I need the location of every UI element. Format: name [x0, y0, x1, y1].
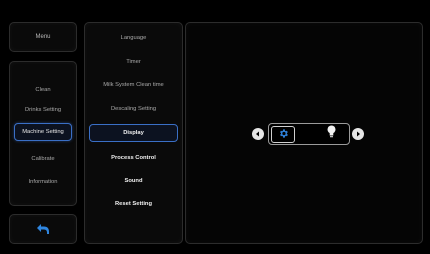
submenu-item-display[interactable]: Display [89, 124, 178, 142]
main-menu-item-drinks-setting[interactable]: Drinks Setting [14, 102, 72, 118]
menu-button-label: Menu [35, 34, 51, 40]
settings-submenu-panel: Language Timer Milk System Clean time De… [84, 22, 183, 244]
main-menu-item-machine-setting[interactable]: Machine Setting [14, 123, 72, 141]
display-option-selector [252, 123, 364, 145]
submenu-item-reset-setting[interactable]: Reset Setting [89, 196, 178, 212]
lightbulb-icon [327, 125, 336, 143]
main-menu-item-clean[interactable]: Clean [14, 82, 72, 98]
gear-option[interactable] [271, 126, 295, 143]
main-menu-panel: Clean Drinks Setting Machine Setting Cal… [9, 61, 77, 206]
submenu-item-descaling-setting[interactable]: Descaling Setting [89, 101, 178, 117]
submenu-item-sound[interactable]: Sound [89, 173, 178, 189]
submenu-item-milk-clean-time[interactable]: Milk System Clean time [89, 77, 178, 93]
main-menu-item-information[interactable]: Information [14, 174, 72, 190]
lightbulb-option[interactable] [325, 125, 337, 143]
main-menu-item-calibrate[interactable]: Calibrate [14, 151, 72, 167]
display-option-box [268, 123, 350, 145]
submenu-item-timer[interactable]: Timer [89, 54, 178, 70]
submenu-item-language[interactable]: Language [89, 30, 178, 46]
back-arrow-icon [10, 215, 76, 243]
chevron-right-icon[interactable] [352, 128, 364, 140]
gear-icon [278, 126, 289, 144]
submenu-item-process-control[interactable]: Process Control [89, 150, 178, 166]
chevron-left-icon[interactable] [252, 128, 264, 140]
menu-button[interactable]: Menu [9, 22, 77, 52]
back-button[interactable] [9, 214, 77, 244]
